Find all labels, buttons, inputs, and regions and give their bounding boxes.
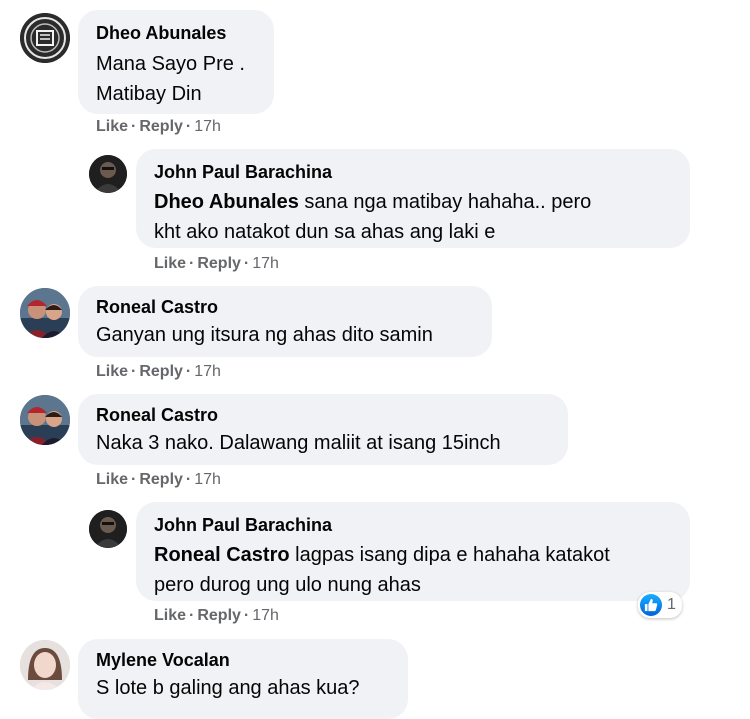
avatar[interactable] (20, 288, 70, 338)
comment-bubble: Roneal Castro Naka 3 nako. Dalawang mali… (78, 394, 568, 465)
comment-bubble: Dheo Abunales Mana Sayo Pre . Matibay Di… (78, 10, 274, 114)
comment-actions: Like · Reply · 17h (154, 607, 279, 624)
person-photo-icon (89, 155, 127, 193)
comment-author[interactable]: Roneal Castro (96, 296, 474, 318)
mention-link[interactable]: Dheo Abunales (154, 191, 299, 213)
like-reaction-icon (640, 594, 662, 616)
comment-text: Dheo Abunales sana nga matibay hahaha.. … (154, 191, 592, 243)
reply-button[interactable]: Reply (139, 363, 183, 380)
avatar[interactable] (20, 395, 70, 445)
avatar[interactable] (89, 155, 127, 193)
reply-button[interactable]: Reply (139, 471, 183, 488)
comment-author[interactable]: John Paul Barachina (154, 514, 672, 536)
mention-link[interactable]: Roneal Castro (154, 544, 290, 566)
comment-bubble: John Paul Barachina Roneal Castro lagpas… (136, 502, 690, 601)
comment-bubble: Roneal Castro Ganyan ung itsura ng ahas … (78, 286, 492, 357)
comment-author[interactable]: Mylene Vocalan (96, 649, 390, 671)
timestamp[interactable]: 17h (252, 607, 279, 624)
reaction-count-badge[interactable]: 1 (638, 592, 682, 618)
timestamp[interactable]: 17h (194, 118, 221, 135)
comment-actions: Like · Reply · 17h (154, 255, 279, 272)
timestamp[interactable]: 17h (194, 363, 221, 380)
person-photo-icon (89, 510, 127, 548)
comment-author[interactable]: Dheo Abunales (96, 22, 256, 44)
couple-photo-icon (20, 395, 70, 445)
comment-text: Naka 3 nako. Dalawang maliit at isang 15… (96, 432, 501, 454)
like-button[interactable]: Like (154, 607, 186, 624)
like-button[interactable]: Like (154, 255, 186, 272)
reply-button[interactable]: Reply (139, 118, 183, 135)
comment-text: Roneal Castro lagpas isang dipa e hahaha… (154, 544, 610, 596)
like-button[interactable]: Like (96, 471, 128, 488)
timestamp[interactable]: 17h (252, 255, 279, 272)
like-button[interactable]: Like (96, 118, 128, 135)
comment-author[interactable]: John Paul Barachina (154, 161, 672, 183)
comment-author[interactable]: Roneal Castro (96, 404, 550, 426)
logo-seal-icon (20, 13, 70, 63)
comment-actions: Like · Reply · 17h (96, 363, 221, 380)
reply-button[interactable]: Reply (197, 607, 241, 624)
comment-bubble: John Paul Barachina Dheo Abunales sana n… (136, 149, 690, 248)
avatar[interactable] (89, 510, 127, 548)
comment-bubble: Mylene Vocalan S lote b galing ang ahas … (78, 639, 408, 719)
avatar[interactable] (20, 13, 70, 63)
comment-actions: Like · Reply · 17h (96, 471, 221, 488)
reaction-count: 1 (667, 596, 676, 613)
woman-photo-icon (20, 640, 70, 690)
avatar[interactable] (20, 640, 70, 690)
comment-text: Mana Sayo Pre . Matibay Din (96, 53, 245, 105)
like-button[interactable]: Like (96, 363, 128, 380)
couple-photo-icon (20, 288, 70, 338)
timestamp[interactable]: 17h (194, 471, 221, 488)
reply-button[interactable]: Reply (197, 255, 241, 272)
comment-actions: Like · Reply · 17h (96, 118, 221, 135)
comment-text: Ganyan ung itsura ng ahas dito samin (96, 324, 433, 346)
comment-text: S lote b galing ang ahas kua? (96, 677, 360, 699)
